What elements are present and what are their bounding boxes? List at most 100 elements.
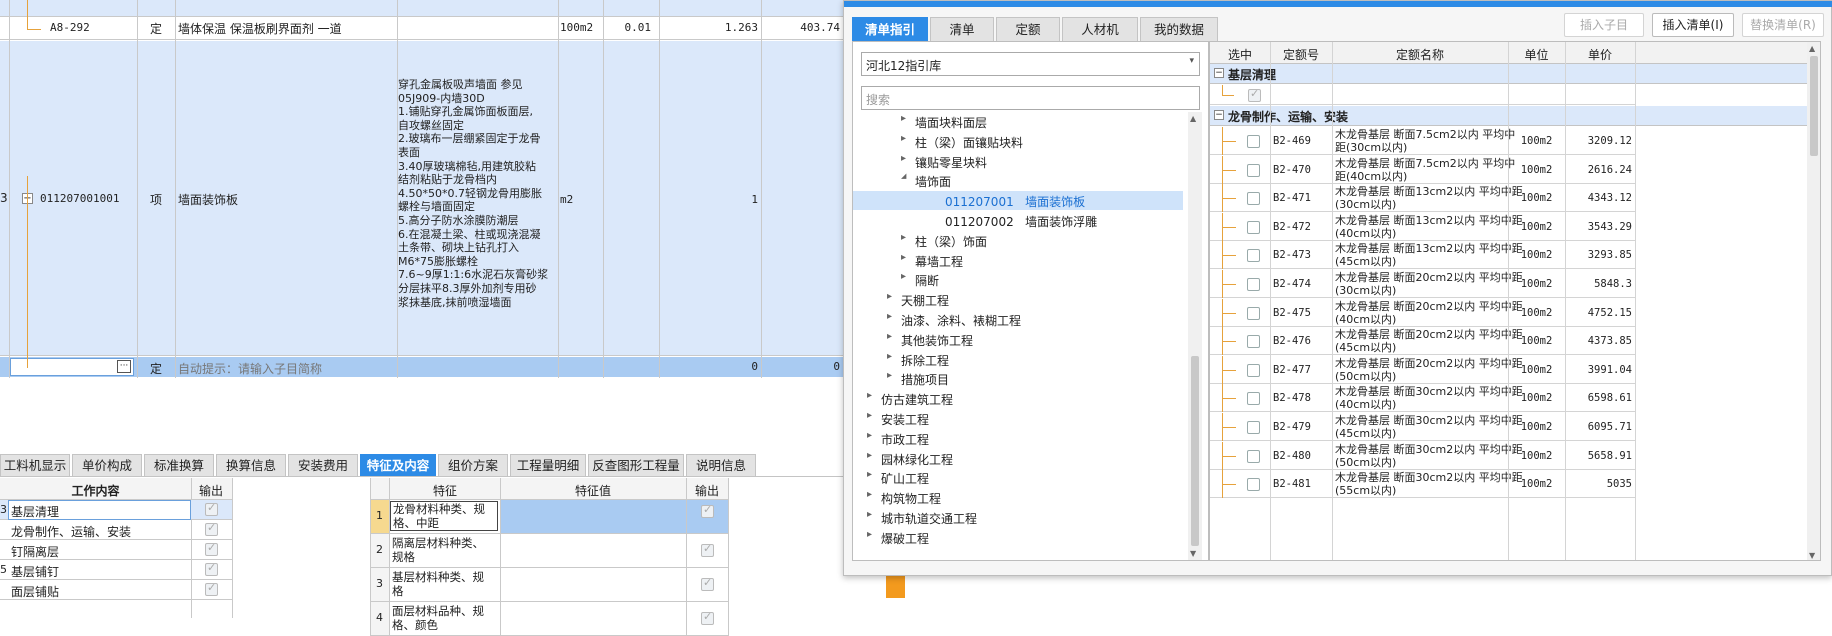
tree-item[interactable]: ▸ 幕墙工程 — [853, 251, 1183, 270]
collapsed-arrow-icon[interactable]: ▸ — [867, 529, 872, 540]
tree-item[interactable]: ▸ 园林绿化工程 — [853, 449, 1183, 468]
tree-scrollbar[interactable]: ▲ ▼ — [1188, 112, 1202, 560]
output-checkbox[interactable] — [701, 610, 714, 625]
collapsed-arrow-icon[interactable]: ▸ — [887, 370, 892, 381]
quota-row[interactable]: B2-477 木龙骨基层 断面20cm2以内 平均中距 (50cm以内) 100m2 3… — [1210, 355, 1635, 384]
tree-item[interactable]: ▸ 爆破工程 — [853, 528, 1183, 547]
tree-item[interactable]: ▸ 天棚工程 — [853, 290, 1183, 309]
collapsed-arrow-icon[interactable]: ▸ — [867, 410, 872, 421]
group-empty-row[interactable] — [1210, 85, 1635, 105]
work-row[interactable]: 面层铺贴 — [0, 580, 232, 600]
quota-row[interactable]: B2-476 木龙骨基层 断面20cm2以内 平均中距 (45cm以内) 100m2 4… — [1210, 327, 1635, 356]
row-checkbox[interactable] — [1247, 449, 1260, 463]
bottom-tab[interactable]: 特征及内容 — [360, 454, 436, 476]
bottom-tab[interactable]: 说明信息 — [686, 454, 756, 476]
grid-scrollbar[interactable]: ▲ ▼ — [1807, 42, 1820, 560]
collapse-icon[interactable]: − — [1214, 110, 1224, 120]
quota-row[interactable]: B2-480 木龙骨基层 断面30cm2以内 平均中距 (50cm以内) 100m2 5… — [1210, 441, 1635, 470]
row-checkbox[interactable] — [1247, 335, 1260, 349]
insert-list-button[interactable]: 插入清单(I) — [1652, 13, 1734, 37]
collapsed-arrow-icon[interactable]: ▸ — [901, 133, 906, 144]
feature-value-cell[interactable] — [501, 534, 686, 567]
row-checkbox[interactable] — [1247, 392, 1260, 406]
row-checkbox[interactable] — [1247, 135, 1260, 148]
collapsed-arrow-icon[interactable]: ▸ — [887, 291, 892, 302]
tree-item[interactable]: ▸ 油漆、涂料、裱糊工程 — [853, 310, 1183, 329]
output-checkbox[interactable] — [205, 501, 218, 516]
quota-row[interactable]: B2-474 木龙骨基层 断面20cm2以内 平均中距 (30cm以内) 100m2 5… — [1210, 270, 1635, 298]
tree-item[interactable]: ▸ 柱（梁）面镶贴块料 — [853, 132, 1183, 151]
tree-item[interactable]: ▸ 措施项目 — [853, 369, 1183, 388]
table-row-selected[interactable]: 3 − 011207001001 项 墙面装饰板 穿孔金属板吸声墙面 参见 05J… — [0, 41, 843, 356]
output-checkbox[interactable] — [205, 581, 218, 596]
feature-row[interactable]: 3 基层材料种类、规格 — [370, 568, 728, 602]
tree-item[interactable]: ▸ 隔断 — [853, 270, 1183, 289]
tree-item[interactable]: 011207001 墙面装饰板 — [853, 191, 1183, 211]
collapsed-arrow-icon[interactable]: ▸ — [901, 232, 906, 243]
bottom-tab[interactable]: 换算信息 — [216, 454, 286, 476]
dialog-tab[interactable]: 清单 — [930, 17, 994, 41]
row-checkbox[interactable] — [1247, 363, 1260, 377]
table-row[interactable]: A8-292 定 墙体保温 保温板刷界面剂 一道 100m2 0.01 1.26… — [0, 17, 843, 40]
bottom-tab[interactable]: 标准换算 — [144, 454, 214, 476]
bottom-tab[interactable]: 反查图形工程量 — [588, 454, 684, 476]
bottom-tab[interactable]: 组价方案 — [438, 454, 508, 476]
row-checkbox[interactable] — [1247, 306, 1260, 320]
grid-scrollbar-thumb[interactable] — [1810, 56, 1818, 156]
feature-value-cell[interactable] — [501, 500, 686, 533]
quota-row[interactable]: B2-475 木龙骨基层 断面20cm2以内 平均中距 (40cm以内) 100m2 4… — [1210, 298, 1635, 327]
feature-row[interactable]: 1 龙骨材料种类、规 格、中距 — [370, 500, 728, 534]
output-checkbox[interactable] — [205, 541, 218, 556]
quota-row[interactable]: B2-472 木龙骨基层 断面13cm2以内 平均中距 (40cm以内) 100m2 3… — [1210, 212, 1635, 241]
collapsed-arrow-icon[interactable]: ▸ — [887, 331, 892, 342]
tree-item[interactable]: ▸ 矿山工程 — [853, 468, 1183, 487]
feature-value-cell[interactable] — [501, 568, 686, 601]
dialog-tab[interactable]: 清单指引 — [852, 17, 928, 41]
subitem-input[interactable] — [10, 358, 134, 376]
tree-item[interactable]: ▸ 镶贴零星块料 — [853, 152, 1183, 171]
tree-item[interactable]: ▸ 墙面块料面层 — [853, 112, 1183, 131]
tree-scrollbar-thumb[interactable] — [1191, 356, 1199, 546]
collapsed-arrow-icon[interactable]: ▸ — [867, 390, 872, 401]
tree-item[interactable]: 011207002 墙面装饰浮雕 — [853, 211, 1183, 230]
dialog-tab[interactable]: 我的数据 — [1140, 17, 1218, 41]
row-checkbox[interactable] — [1247, 220, 1260, 234]
tree-item[interactable]: ▸ 市政工程 — [853, 429, 1183, 448]
collapsed-arrow-icon[interactable]: ▸ — [867, 509, 872, 520]
quota-row[interactable]: B2-470 木龙骨基层 断面7.5cm2以内 平均中 距(40cm以内) 100m2… — [1210, 155, 1635, 184]
row-checkbox[interactable] — [1247, 249, 1260, 263]
tree-item[interactable]: ◢ 墙饰面 — [853, 171, 1183, 190]
table-row-input[interactable]: ··· 定 自动提示：请输入子目简称 0 0 — [0, 357, 843, 377]
ellipsis-button[interactable]: ··· — [117, 360, 131, 373]
row-checkbox[interactable] — [1247, 478, 1260, 492]
output-checkbox[interactable] — [701, 503, 714, 518]
row-checkbox[interactable] — [1247, 421, 1260, 434]
bottom-tab[interactable]: 安装费用 — [288, 454, 358, 476]
collapsed-arrow-icon[interactable]: ▸ — [901, 153, 906, 164]
quota-row[interactable]: B2-471 木龙骨基层 断面13cm2以内 平均中距 (30cm以内) 100m2 4… — [1210, 184, 1635, 213]
bottom-tab[interactable]: 工料机显示 — [0, 454, 70, 476]
insert-subitem-button[interactable]: 插入子目 — [1564, 13, 1644, 37]
bottom-tab[interactable]: 工程量明细 — [510, 454, 586, 476]
quota-row[interactable]: B2-481 木龙骨基层 断面30cm2以内 平均中距 (55cm以内) 100m2 5… — [1210, 470, 1635, 499]
collapsed-arrow-icon[interactable]: ▸ — [901, 271, 906, 282]
row-checkbox[interactable] — [1247, 278, 1260, 291]
tree-item[interactable]: ▸ 安装工程 — [853, 409, 1183, 428]
collapsed-arrow-icon[interactable]: ▸ — [887, 311, 892, 322]
quota-row[interactable]: B2-473 木龙骨基层 断面13cm2以内 平均中距 (45cm以内) 100m2 3… — [1210, 241, 1635, 270]
output-checkbox[interactable] — [205, 521, 218, 536]
bottom-tab[interactable]: 单价构成 — [72, 454, 142, 476]
tree-item[interactable]: ▸ 仿古建筑工程 — [853, 389, 1183, 408]
replace-list-button[interactable]: 替换清单(R) — [1742, 13, 1824, 37]
feature-row[interactable]: 4 面层材料品种、规 格、颜色 — [370, 602, 728, 636]
work-row[interactable]: 5 基层铺钉 — [0, 560, 232, 580]
collapsed-arrow-icon[interactable]: ▸ — [901, 252, 906, 263]
output-checkbox[interactable] — [205, 561, 218, 576]
row-checkbox[interactable] — [1247, 192, 1260, 206]
dialog-tab[interactable]: 人材机 — [1062, 17, 1138, 41]
collapsed-arrow-icon[interactable]: ▸ — [867, 489, 872, 500]
tree-item[interactable]: ▸ 城市轨道交通工程 — [853, 508, 1183, 527]
work-row[interactable]: 钉隔离层 — [0, 540, 232, 560]
work-row[interactable]: 龙骨制作、运输、安装 — [0, 520, 232, 540]
collapsed-arrow-icon[interactable]: ▸ — [867, 450, 872, 461]
